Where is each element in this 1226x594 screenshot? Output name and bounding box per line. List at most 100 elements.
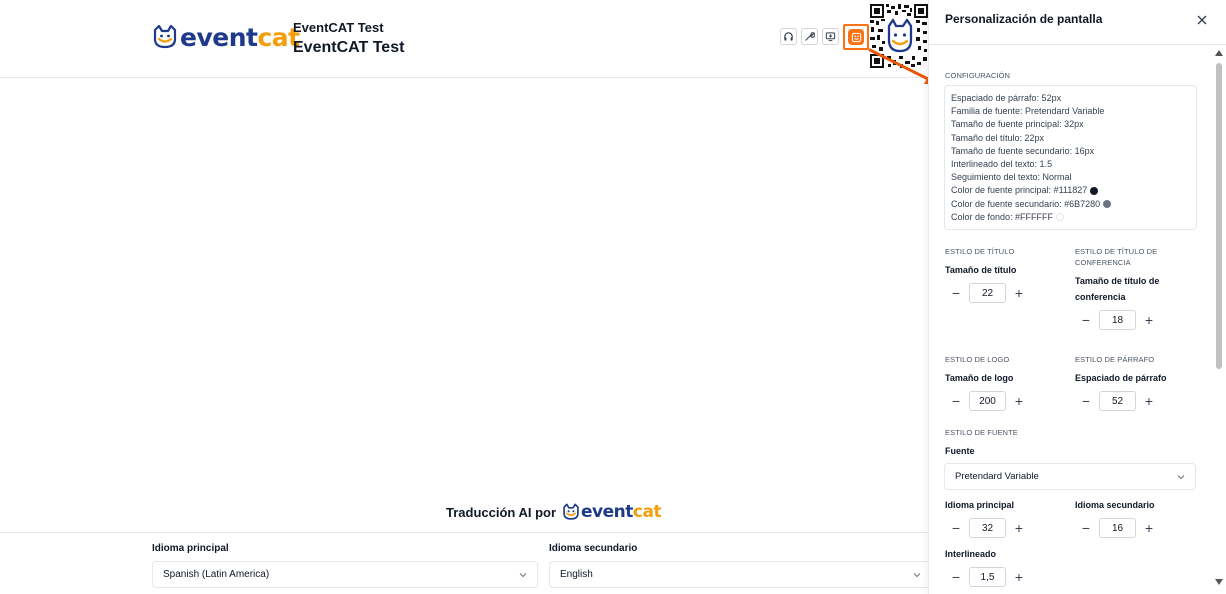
- chevron-down-icon: [1177, 475, 1185, 480]
- title-size-stepper: − 22 +: [949, 283, 1026, 303]
- line-height-increment-button[interactable]: +: [1012, 570, 1026, 584]
- scroll-down-arrow-icon[interactable]: [1215, 579, 1223, 585]
- screen-customize-button[interactable]: [843, 24, 869, 50]
- config-line-text: Interlineado del texto: 1.5: [951, 159, 1053, 170]
- close-button[interactable]: [1195, 13, 1209, 27]
- secondary-font-size-stepper: − 16 +: [1079, 518, 1156, 538]
- primary-font-size-label: Idioma principal: [945, 500, 1015, 510]
- primary-font-size-input[interactable]: 32: [969, 518, 1006, 538]
- settings-wrench-button[interactable]: [801, 28, 818, 45]
- config-line-text: Familia de fuente: Pretendard Variable: [951, 106, 1105, 117]
- color-swatch-icon: [1056, 213, 1065, 222]
- logo-size-label: Tamaño de logo: [945, 373, 1014, 383]
- secondary-language-label: Idioma secundario: [549, 543, 638, 554]
- conf-title-size-label-line2: conferencia: [1075, 292, 1126, 302]
- font-family-select[interactable]: Pretendard Variable: [944, 463, 1196, 490]
- secondary-font-size-decrement-button[interactable]: −: [1079, 521, 1093, 535]
- qr-code: [870, 4, 928, 68]
- wrench-icon: [805, 32, 815, 41]
- config-line: Tamaño de fuente principal: 32px: [951, 118, 1190, 131]
- line-height-decrement-button[interactable]: −: [949, 570, 963, 584]
- conf-title-size-label-line1: Tamaño de título de: [1075, 276, 1160, 286]
- config-line-text: Color de fuente principal: #111827: [951, 185, 1088, 196]
- chevron-down-icon: [519, 573, 527, 578]
- conf-title-size-decrement-button[interactable]: −: [1079, 313, 1093, 327]
- screen-customization-panel: Personalización de pantalla CONFIGURACIÓ…: [928, 0, 1226, 594]
- font-style-section-label: ESTILO DE FUENTE: [945, 428, 1018, 437]
- logo-style-section-label: ESTILO DE LOGO: [945, 355, 1010, 364]
- footer-logo-word-event: event: [581, 501, 633, 522]
- config-line-text: Color de fuente secundario: #6B7280: [951, 198, 1101, 209]
- config-line-text: Espaciado de párrafo: 52px: [951, 93, 1062, 103]
- primary-language-select[interactable]: Spanish (Latin America): [152, 561, 538, 588]
- primary-language-label: Idioma principal: [152, 543, 229, 554]
- close-icon: [1197, 15, 1207, 25]
- paragraph-spacing-decrement-button[interactable]: −: [1079, 394, 1093, 408]
- secondary-language-value: English: [560, 569, 593, 580]
- config-line-text: Tamaño de fuente secundario: 16px: [951, 145, 1095, 156]
- config-line-text: Tamaño de fuente principal: 32px: [951, 119, 1084, 130]
- config-line: Familia de fuente: Pretendard Variable: [951, 105, 1190, 118]
- secondary-language-select[interactable]: English: [549, 561, 932, 588]
- panel-divider: [929, 44, 1226, 45]
- chevron-down-icon: [913, 573, 921, 578]
- config-line-text: Seguimiento del texto: Normal: [951, 172, 1072, 183]
- line-height-label: Interlineado: [945, 549, 997, 559]
- config-line: Color de fondo: #FFFFFF: [951, 211, 1190, 224]
- scrollbar-thumb[interactable]: [1216, 63, 1222, 369]
- event-name-small: EventCAT Test: [293, 20, 384, 35]
- config-line: Color de fuente principal: #111827: [951, 184, 1190, 197]
- paragraph-spacing-input[interactable]: 52: [1099, 391, 1136, 411]
- paragraph-spacing-increment-button[interactable]: +: [1142, 394, 1156, 408]
- config-line: Interlineado del texto: 1.5: [951, 158, 1190, 171]
- title-size-decrement-button[interactable]: −: [949, 286, 963, 300]
- logo-size-input[interactable]: 200: [969, 391, 1006, 411]
- config-line: Espaciado de párrafo: 52px: [951, 92, 1190, 105]
- headphones-icon: [784, 32, 793, 41]
- logo-size-increment-button[interactable]: +: [1012, 394, 1026, 408]
- color-swatch-icon: [1103, 200, 1112, 209]
- line-height-input[interactable]: 1,5: [969, 567, 1006, 587]
- logo-size-stepper: − 200 +: [949, 391, 1026, 411]
- ai-translation-text: Traducción AI por: [446, 504, 557, 520]
- title-size-label: Tamaño de título: [945, 265, 1017, 275]
- screen-download-icon: [825, 32, 836, 42]
- config-line: Seguimiento del texto: Normal: [951, 171, 1190, 184]
- paragraph-spacing-label: Espaciado de párrafo: [1075, 373, 1167, 383]
- cat-logo-icon: [153, 24, 177, 49]
- config-line-text: Tamaño del título: 22px: [951, 132, 1045, 143]
- config-summary-box: Espaciado de párrafo: 52px Familia de fue…: [944, 85, 1197, 230]
- config-line: Tamaño del título: 22px: [951, 132, 1190, 145]
- language-bar: Idioma principal Spanish (Latin America)…: [0, 532, 932, 594]
- font-label: Fuente: [945, 446, 975, 456]
- screen-download-button[interactable]: [822, 28, 839, 45]
- ai-translation-credit: Traducción AI por eventcat: [446, 501, 662, 522]
- headphones-button[interactable]: [780, 28, 797, 45]
- title-size-input[interactable]: 22: [969, 283, 1006, 303]
- primary-font-size-increment-button[interactable]: +: [1012, 521, 1026, 535]
- primary-language-value: Spanish (Latin America): [163, 569, 270, 580]
- logo-size-decrement-button[interactable]: −: [949, 394, 963, 408]
- line-height-stepper: − 1,5 +: [949, 567, 1026, 587]
- eventcat-footer-logo: eventcat: [562, 501, 662, 522]
- conf-title-size-increment-button[interactable]: +: [1142, 313, 1156, 327]
- secondary-font-size-increment-button[interactable]: +: [1142, 521, 1156, 535]
- paragraph-spacing-stepper: − 52 +: [1079, 391, 1156, 411]
- eventcat-logo: eventcat: [152, 22, 300, 52]
- secondary-font-size-label: Idioma secundario: [1075, 500, 1155, 510]
- config-line: Tamaño de fuente secundario: 16px: [951, 145, 1190, 158]
- conf-title-size-input[interactable]: 18: [1099, 310, 1136, 330]
- scroll-up-arrow-icon[interactable]: [1215, 50, 1223, 56]
- config-line: Color de fuente secundario: #6B7280: [951, 198, 1190, 211]
- font-family-value: Pretendard Variable: [955, 471, 1039, 482]
- conf-title-size-label: Tamaño de título de conferencia: [1075, 273, 1159, 305]
- primary-font-size-decrement-button[interactable]: −: [949, 521, 963, 535]
- paragraph-style-section-label: ESTILO DE PÁRRAFO: [1075, 355, 1155, 364]
- conf-title-style-section-line2: CONFERENCIA: [1075, 258, 1131, 267]
- secondary-font-size-input[interactable]: 16: [1099, 518, 1136, 538]
- primary-font-size-stepper: − 32 +: [949, 518, 1026, 538]
- conf-title-size-stepper: − 18 +: [1079, 310, 1156, 330]
- footer-logo-word-cat: cat: [632, 501, 662, 522]
- logo-word-event: event: [180, 22, 258, 52]
- title-size-increment-button[interactable]: +: [1012, 286, 1026, 300]
